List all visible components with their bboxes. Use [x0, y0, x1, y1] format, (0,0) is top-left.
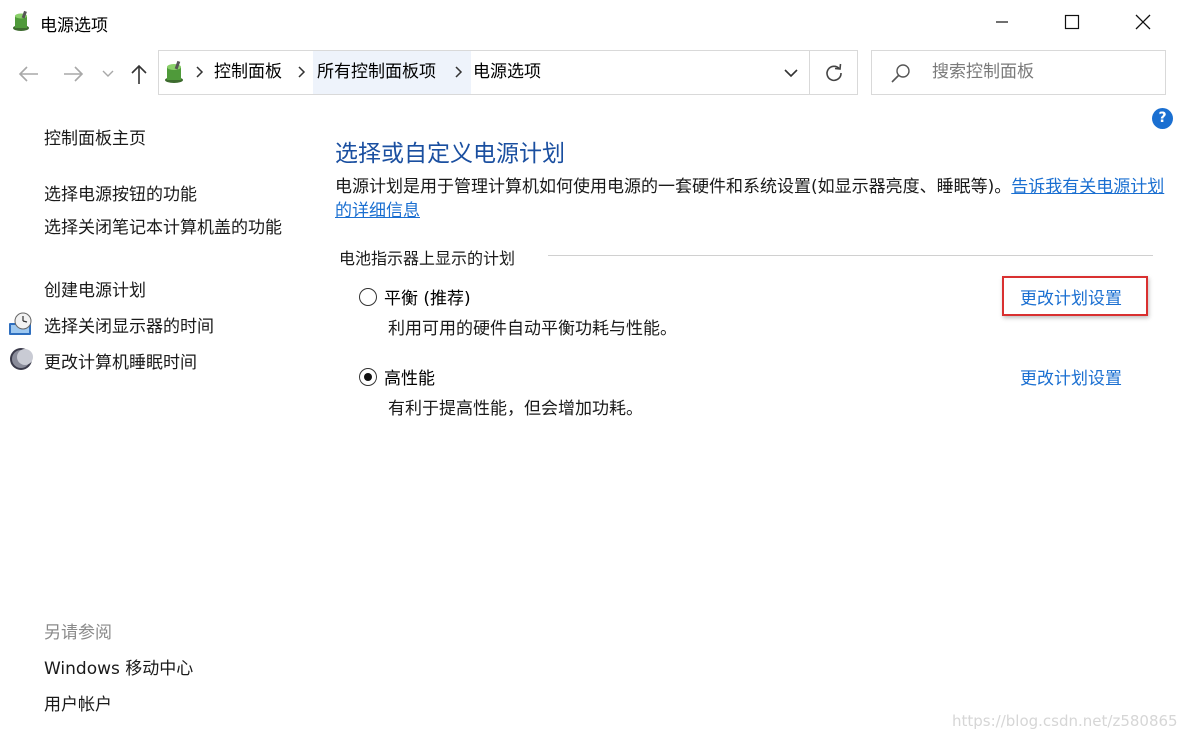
close-icon	[1135, 14, 1151, 30]
refresh-icon	[826, 63, 842, 81]
plan-high-performance-radio[interactable]	[359, 368, 377, 386]
see-also-user-accounts[interactable]: 用户帐户	[44, 690, 112, 715]
title-bar: 电源选项	[0, 0, 1178, 44]
chevron-right-icon[interactable]	[195, 64, 205, 80]
back-button[interactable]	[16, 60, 42, 88]
search-input[interactable]: 搜索控制面板	[932, 51, 1034, 94]
sidebar-power-button-function[interactable]: 选择电源按钮的功能	[44, 180, 197, 205]
minimize-icon	[996, 21, 1008, 23]
arrow-right-icon	[64, 66, 84, 82]
plan-balanced-name[interactable]: 平衡 (推荐)	[384, 284, 471, 309]
maximize-icon	[1064, 14, 1080, 30]
sidebar-display-off-time[interactable]: 选择关闭显示器的时间	[44, 312, 214, 337]
sidebar-create-power-plan[interactable]: 创建电源计划	[44, 276, 146, 301]
sidebar-sleep-time[interactable]: 更改计算机睡眠时间	[44, 348, 197, 373]
search-box[interactable]: 搜索控制面板	[871, 50, 1166, 95]
chevron-right-icon[interactable]	[454, 64, 464, 80]
plan-high-performance-description: 有利于提高性能，但会增加功耗。	[388, 399, 643, 419]
breadcrumb-power-options[interactable]: 电源选项	[473, 51, 541, 94]
search-icon	[891, 64, 910, 83]
moon-icon	[10, 348, 33, 370]
maximize-button[interactable]	[1037, 0, 1107, 44]
chevron-down-icon	[102, 70, 114, 77]
page-title: 选择或自定义电源计划	[335, 141, 565, 167]
address-dropdown-button[interactable]	[773, 51, 809, 94]
description-text: 电源计划是用于管理计算机如何使用电源的一套硬件和系统设置(如显示器亮度、睡眠等)…	[335, 177, 1012, 197]
up-button[interactable]	[128, 60, 150, 88]
power-options-icon	[165, 60, 183, 83]
refresh-button[interactable]	[809, 51, 858, 94]
address-bar[interactable]: 控制面板 所有控制面板项 电源选项	[158, 50, 858, 95]
power-options-icon	[13, 10, 29, 31]
sidebar-control-panel-home[interactable]: 控制面板主页	[44, 124, 146, 149]
plan-high-performance-change-settings-link[interactable]: 更改计划设置	[1020, 364, 1122, 389]
plan-balanced-description: 利用可用的硬件自动平衡功耗与性能。	[388, 319, 677, 339]
minimize-button[interactable]	[967, 0, 1037, 44]
plans-group-label: 电池指示器上显示的计划	[339, 249, 516, 268]
display-clock-icon	[9, 312, 32, 335]
arrow-up-icon	[131, 64, 147, 84]
breadcrumb-control-panel[interactable]: 控制面板	[214, 51, 282, 94]
chevron-right-icon[interactable]	[297, 64, 307, 80]
radio-selected-dot	[364, 373, 372, 381]
plan-balanced-radio[interactable]	[359, 288, 377, 306]
sidebar-lid-close-function[interactable]: 选择关闭笔记本计算机盖的功能	[44, 216, 294, 240]
plan-high-performance-name[interactable]: 高性能	[384, 364, 435, 389]
forward-button[interactable]	[60, 60, 86, 88]
page-description: 电源计划是用于管理计算机如何使用电源的一套硬件和系统设置(如显示器亮度、睡眠等)…	[335, 175, 1165, 223]
breadcrumb-all-items[interactable]: 所有控制面板项	[317, 51, 436, 94]
arrow-left-icon	[18, 66, 38, 82]
chevron-down-icon	[784, 68, 798, 77]
help-icon[interactable]: ?	[1152, 108, 1173, 129]
recent-locations-button[interactable]	[100, 60, 116, 88]
watermark: https://blog.csdn.net/z5808650	[952, 712, 1178, 730]
plan-balanced-change-settings-link[interactable]: 更改计划设置	[1020, 284, 1122, 309]
group-divider	[548, 255, 1153, 256]
close-button[interactable]	[1108, 0, 1178, 44]
see-also-heading: 另请参阅	[44, 623, 112, 643]
see-also-mobility-center[interactable]: Windows 移动中心	[44, 654, 193, 679]
window-title: 电源选项	[40, 16, 108, 36]
